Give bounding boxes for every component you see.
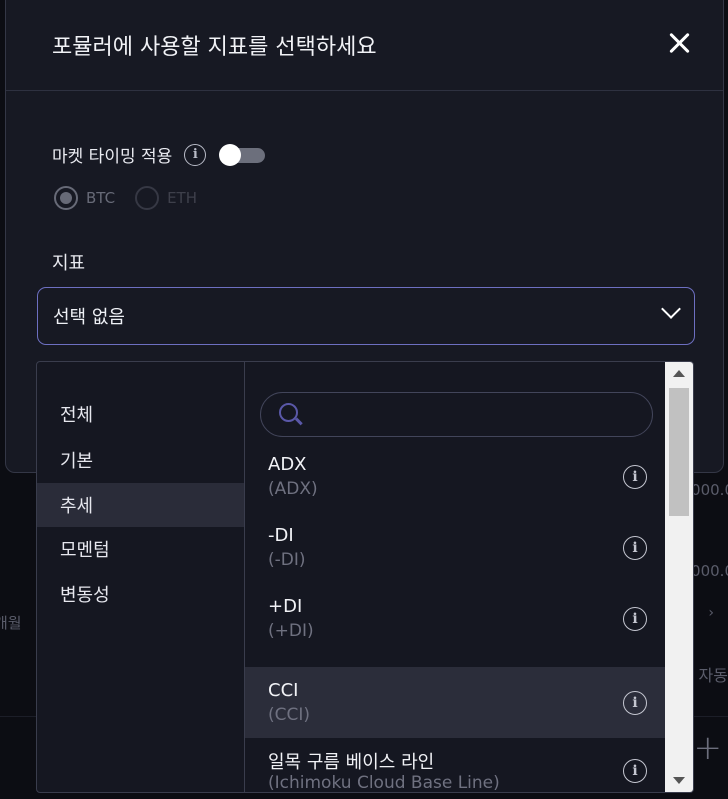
background-month-label: 개월 <box>0 614 22 632</box>
radio-label: BTC <box>86 189 116 207</box>
list-item[interactable]: +DI (+DI) i <box>245 596 667 667</box>
add-icon[interactable]: + <box>694 728 723 768</box>
category-item[interactable]: 기본 <box>37 438 244 482</box>
select-value: 선택 없음 <box>53 307 125 328</box>
modal-title: 포뮬러에 사용할 지표를 선택하세요 <box>52 35 377 60</box>
background-chevron-icon: › <box>708 605 714 621</box>
info-icon[interactable]: i <box>623 691 647 715</box>
indicator-name: CCI <box>268 680 299 701</box>
scrollbar[interactable] <box>665 362 693 792</box>
category-list: 전체 기본 추세 모멘텀 변동성 <box>37 362 245 792</box>
radio-eth[interactable]: ETH <box>135 186 197 210</box>
radio-btc[interactable]: BTC <box>54 186 115 210</box>
info-icon[interactable]: i <box>623 465 647 489</box>
indicator-name: 일목 구름 베이스 라인 <box>268 752 435 773</box>
close-icon[interactable] <box>667 31 691 55</box>
search-field[interactable] <box>260 392 653 437</box>
indicator-subtitle: (ADX) <box>268 479 318 499</box>
coin-radio-group: BTC ETH <box>54 186 217 210</box>
background-value: 000.0 <box>691 481 728 499</box>
indicator-select[interactable]: 선택 없음 <box>37 287 695 345</box>
list-item[interactable]: 일목 구름 베이스 라인 (Ichimoku Cloud Base Line) … <box>245 748 667 792</box>
category-item[interactable]: 모멘텀 <box>37 527 244 571</box>
info-icon[interactable]: i <box>184 143 207 166</box>
info-icon[interactable]: i <box>623 607 647 631</box>
category-item[interactable]: 전체 <box>37 392 244 436</box>
indicator-subtitle: (Ichimoku Cloud Base Line) <box>268 773 500 792</box>
scroll-thumb[interactable] <box>669 388 689 516</box>
scroll-down-icon[interactable] <box>673 777 685 784</box>
radio-label: ETH <box>167 189 197 207</box>
info-icon[interactable]: i <box>623 759 647 783</box>
background-value: 000.0 <box>691 562 728 580</box>
chevron-down-icon <box>661 299 681 319</box>
market-timing-toggle[interactable] <box>219 143 266 166</box>
category-item-active[interactable]: 추세 <box>37 483 244 527</box>
indicator-label: 지표 <box>52 253 86 274</box>
category-item[interactable]: 변동성 <box>37 572 244 616</box>
indicator-subtitle: (CCI) <box>268 705 311 725</box>
search-input[interactable] <box>313 393 643 436</box>
indicator-list: ADX (ADX) i -DI (-DI) i +DI (+DI) i CCI … <box>245 362 667 792</box>
toggle-knob <box>219 143 242 166</box>
market-timing-row: 마켓 타이밍 적용 i <box>52 142 266 167</box>
modal-header: 포뮬러에 사용할 지표를 선택하세요 <box>6 0 723 91</box>
list-item[interactable]: -DI (-DI) i <box>245 525 667 596</box>
info-icon[interactable]: i <box>623 536 647 560</box>
radio-circle <box>54 186 78 210</box>
search-icon <box>279 403 303 425</box>
radio-circle <box>135 186 160 210</box>
indicator-subtitle: (-DI) <box>268 550 306 570</box>
market-timing-label: 마켓 타이밍 적용 <box>52 147 173 167</box>
list-item[interactable]: ADX (ADX) i <box>245 454 667 525</box>
indicator-subtitle: (+DI) <box>268 621 314 641</box>
indicator-name: ADX <box>268 454 307 475</box>
scroll-up-icon[interactable] <box>673 370 685 377</box>
indicator-name: +DI <box>268 596 303 617</box>
background-auto-label: 자동 <box>698 666 728 685</box>
indicator-name: -DI <box>268 525 294 546</box>
list-item[interactable]: CCI (CCI) i <box>245 667 667 738</box>
indicator-dropdown: 전체 기본 추세 모멘텀 변동성 ADX (ADX) i -DI (-DI) i… <box>36 361 694 793</box>
